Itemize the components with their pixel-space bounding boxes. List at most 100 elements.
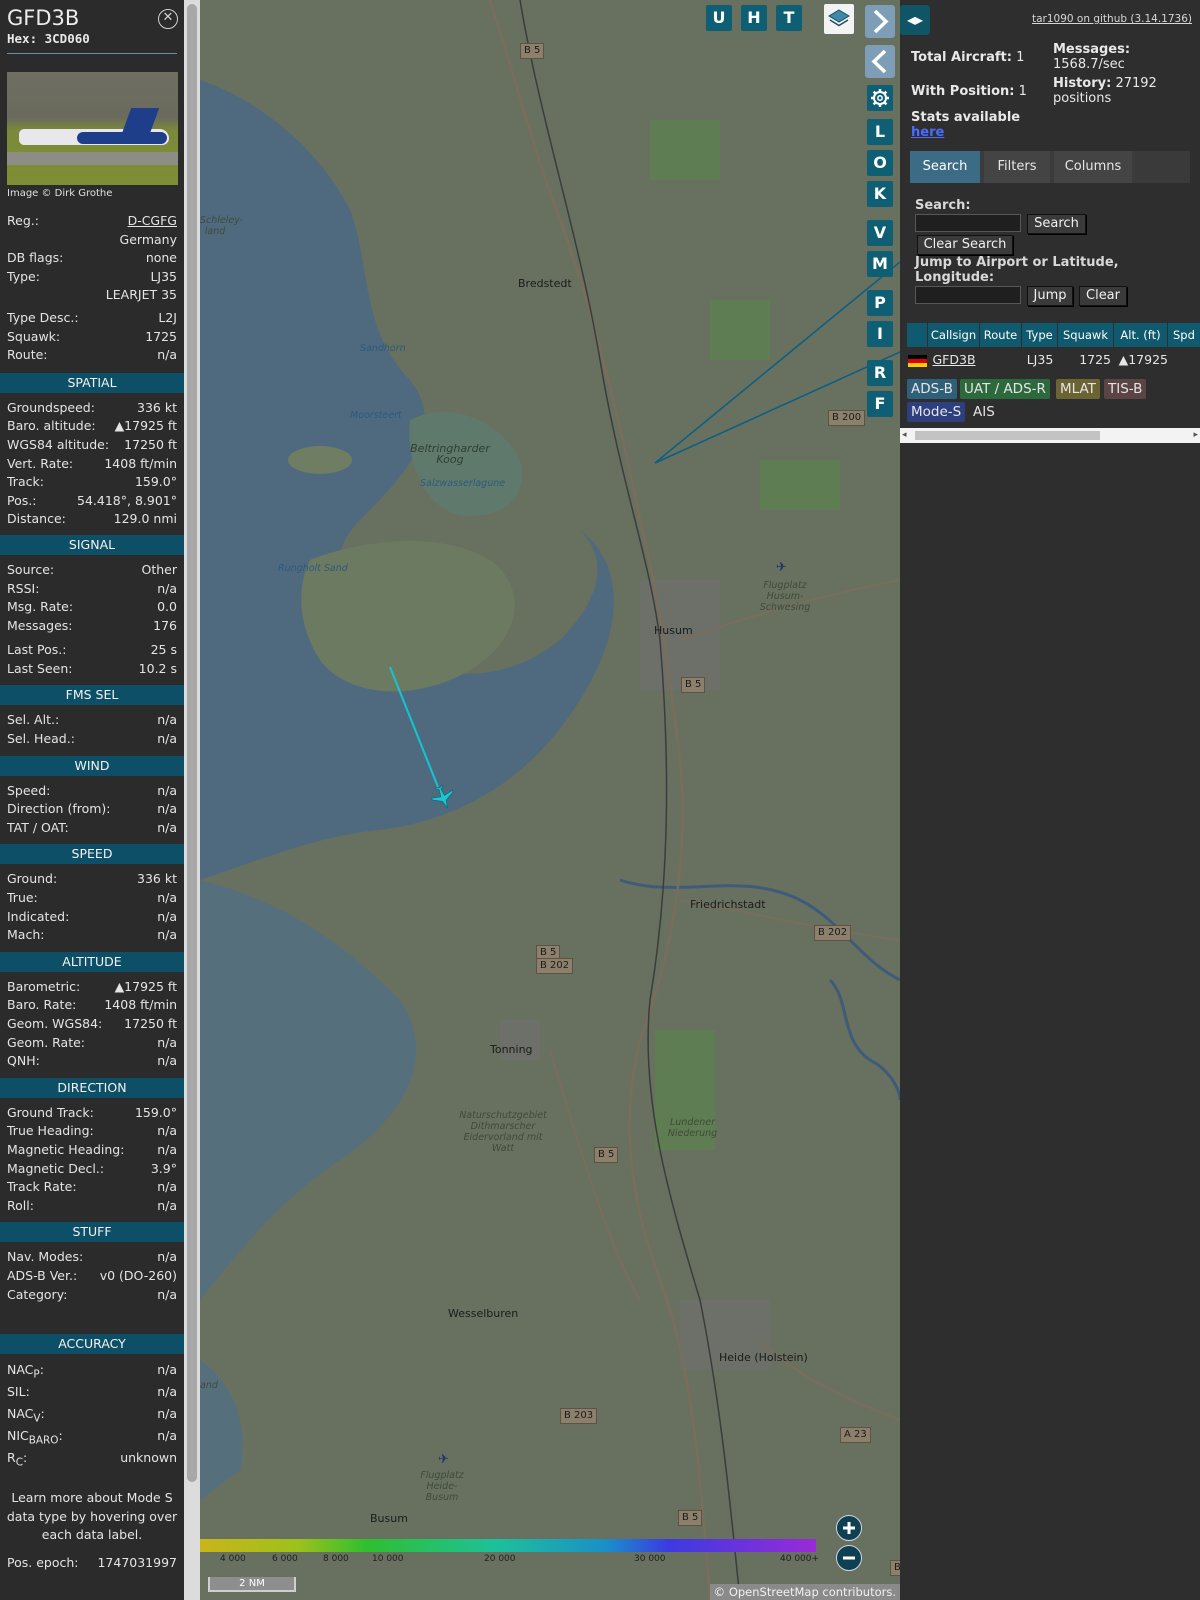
table-horizontal-scrollbar[interactable]: ◂ ▸ bbox=[900, 428, 1200, 443]
info-label: Last Seen: bbox=[7, 660, 73, 676]
toggle-k-button[interactable]: K bbox=[867, 181, 893, 207]
messages-stat: Messages: 1568.7/sec bbox=[1053, 42, 1131, 72]
tab-columns[interactable]: Columns bbox=[1054, 151, 1132, 183]
toggle-f-button[interactable]: F bbox=[867, 391, 893, 417]
info-value: n/a bbox=[157, 908, 177, 924]
jump-input[interactable] bbox=[915, 286, 1021, 304]
stats-here-link[interactable]: here bbox=[911, 125, 944, 140]
info-label: Track Rate: bbox=[7, 1179, 77, 1195]
column-header-route[interactable]: Route bbox=[980, 323, 1022, 347]
toggle-p-button[interactable]: P bbox=[867, 290, 893, 316]
info-value: 0.0 bbox=[157, 599, 177, 615]
info-label: True Heading: bbox=[7, 1123, 94, 1139]
info-label: Direction (from): bbox=[7, 801, 111, 817]
toggle-u-button[interactable]: U bbox=[706, 5, 732, 31]
scale-tick-label: 20 000 bbox=[484, 1554, 516, 1564]
info-label: QNH: bbox=[7, 1053, 40, 1069]
info-row: Vert. Rate: 1408 ft/min bbox=[0, 455, 184, 474]
info-label: ADS-B Ver.: bbox=[7, 1267, 78, 1283]
toggle-t-button[interactable]: T bbox=[776, 5, 802, 31]
toggle-o-button[interactable]: O bbox=[867, 150, 893, 176]
toggle-m-button[interactable]: M bbox=[867, 251, 893, 277]
zoom-in-icon[interactable] bbox=[836, 1515, 862, 1541]
info-row: Last Pos.: 25 s bbox=[0, 641, 184, 660]
map-attribution[interactable]: © OpenStreetMap contributors. bbox=[709, 1584, 900, 1600]
section-header-spatial: SPATIAL bbox=[0, 372, 184, 393]
chevron-left-icon[interactable] bbox=[865, 45, 895, 78]
gear-icon[interactable] bbox=[867, 85, 893, 111]
tab-filters[interactable]: Filters bbox=[984, 151, 1050, 183]
aircraft-photo[interactable] bbox=[7, 72, 178, 185]
toggle-v-button[interactable]: V bbox=[867, 220, 893, 246]
jump-button[interactable]: Jump bbox=[1027, 286, 1073, 306]
info-label: Geom. Rate: bbox=[7, 1034, 86, 1050]
info-value: unknown bbox=[120, 1450, 177, 1466]
info-row: Roll: n/a bbox=[0, 1197, 184, 1216]
info-value: v0 (DO-260) bbox=[99, 1267, 177, 1283]
layers-icon[interactable] bbox=[824, 4, 854, 34]
info-row: Distance: 129.0 nmi bbox=[0, 510, 184, 529]
info-row: Direction (from): n/a bbox=[0, 800, 184, 819]
column-header-flag[interactable] bbox=[907, 323, 928, 347]
toggle-r-button[interactable]: R bbox=[867, 360, 893, 386]
toggle-i-button[interactable]: I bbox=[867, 321, 893, 347]
column-header-callsign[interactable]: Callsign bbox=[928, 323, 980, 347]
section-header-fms: FMS SEL bbox=[0, 685, 184, 706]
info-value: 1747031997 bbox=[97, 1554, 177, 1570]
clear-button[interactable]: Clear bbox=[1079, 286, 1127, 306]
toggle-l-button[interactable]: L bbox=[867, 119, 893, 145]
airport-icon: ✈ bbox=[438, 1452, 449, 1467]
close-icon[interactable]: ✕ bbox=[158, 9, 178, 29]
column-header-squawk[interactable]: Squawk bbox=[1058, 323, 1114, 347]
info-value: 159.0° bbox=[134, 474, 177, 490]
info-label: Messages: bbox=[7, 617, 73, 633]
cell-squawk: 1725 bbox=[1079, 352, 1111, 367]
left-panel-scrollbar[interactable] bbox=[184, 0, 200, 1600]
registration-link[interactable]: D-CGFG bbox=[128, 212, 177, 231]
road-number-badge: B 203 bbox=[560, 1408, 598, 1424]
toggle-h-button[interactable]: H bbox=[741, 5, 767, 31]
zoom-out-icon[interactable] bbox=[836, 1545, 862, 1571]
info-value: 3.9° bbox=[150, 1160, 177, 1176]
aircraft-marker-icon[interactable] bbox=[428, 782, 458, 812]
info-value: 1408 ft/min bbox=[104, 997, 177, 1013]
info-row: True: n/a bbox=[0, 889, 184, 908]
detail-row-typedesc: Type Desc.: L2J bbox=[0, 309, 184, 328]
info-label: RC: bbox=[7, 1450, 28, 1469]
info-value: n/a bbox=[157, 712, 177, 728]
info-value: 17250 ft bbox=[124, 436, 177, 452]
github-version-link[interactable]: tar1090 on github (3.14.1736) bbox=[1032, 13, 1192, 25]
info-row: ADS-B Ver.: v0 (DO-260) bbox=[0, 1267, 184, 1286]
info-label: Category: bbox=[7, 1286, 68, 1302]
cell-speed bbox=[1168, 349, 1200, 371]
info-label: Msg. Rate: bbox=[7, 599, 74, 615]
cell-callsign[interactable]: GFD3B bbox=[928, 349, 980, 371]
tab-search[interactable]: Search bbox=[910, 151, 980, 183]
column-header-altitude[interactable]: Alt. (ft) bbox=[1114, 323, 1168, 347]
info-label: Vert. Rate: bbox=[7, 455, 74, 471]
info-label: Baro. altitude: bbox=[7, 418, 96, 434]
expand-arrows-icon[interactable]: ◂▸ bbox=[900, 5, 930, 35]
scrollbar-thumb[interactable] bbox=[915, 431, 1100, 440]
info-label: Ground: bbox=[7, 871, 58, 887]
column-header-type[interactable]: Type bbox=[1022, 323, 1058, 347]
search-input[interactable] bbox=[915, 214, 1021, 232]
info-value: n/a bbox=[157, 1362, 177, 1378]
section-header-signal: SIGNAL bbox=[0, 534, 184, 555]
chevron-right-icon[interactable] bbox=[865, 5, 895, 38]
search-button[interactable]: Search bbox=[1027, 214, 1086, 234]
clear-search-button[interactable]: Clear Search bbox=[917, 235, 1013, 255]
map-water-label: Moorsteert bbox=[350, 410, 402, 421]
info-row: Baro. altitude: ▲17925 ft bbox=[0, 417, 184, 436]
info-label: Ground Track: bbox=[7, 1104, 94, 1120]
scale-tick-label: 40 000+ bbox=[780, 1554, 820, 1564]
column-header-speed[interactable]: Spd bbox=[1168, 323, 1200, 347]
road-number-badge: B 5 bbox=[681, 677, 706, 693]
scrollbar-thumb[interactable] bbox=[187, 4, 197, 1482]
info-value: 25 s bbox=[150, 642, 177, 658]
section-fms: Sel. Alt.: n/a Sel. Head.: n/a bbox=[0, 705, 184, 748]
map-place-label: Friedrichstadt bbox=[690, 898, 766, 911]
map-view[interactable]: Bredstedt Husum Friedrichstadt Tonning W… bbox=[200, 0, 900, 1600]
table-row[interactable]: GFD3B LJ35 1725 ▲17925 bbox=[907, 349, 1200, 371]
map-place-label: Bredstedt bbox=[518, 277, 572, 290]
